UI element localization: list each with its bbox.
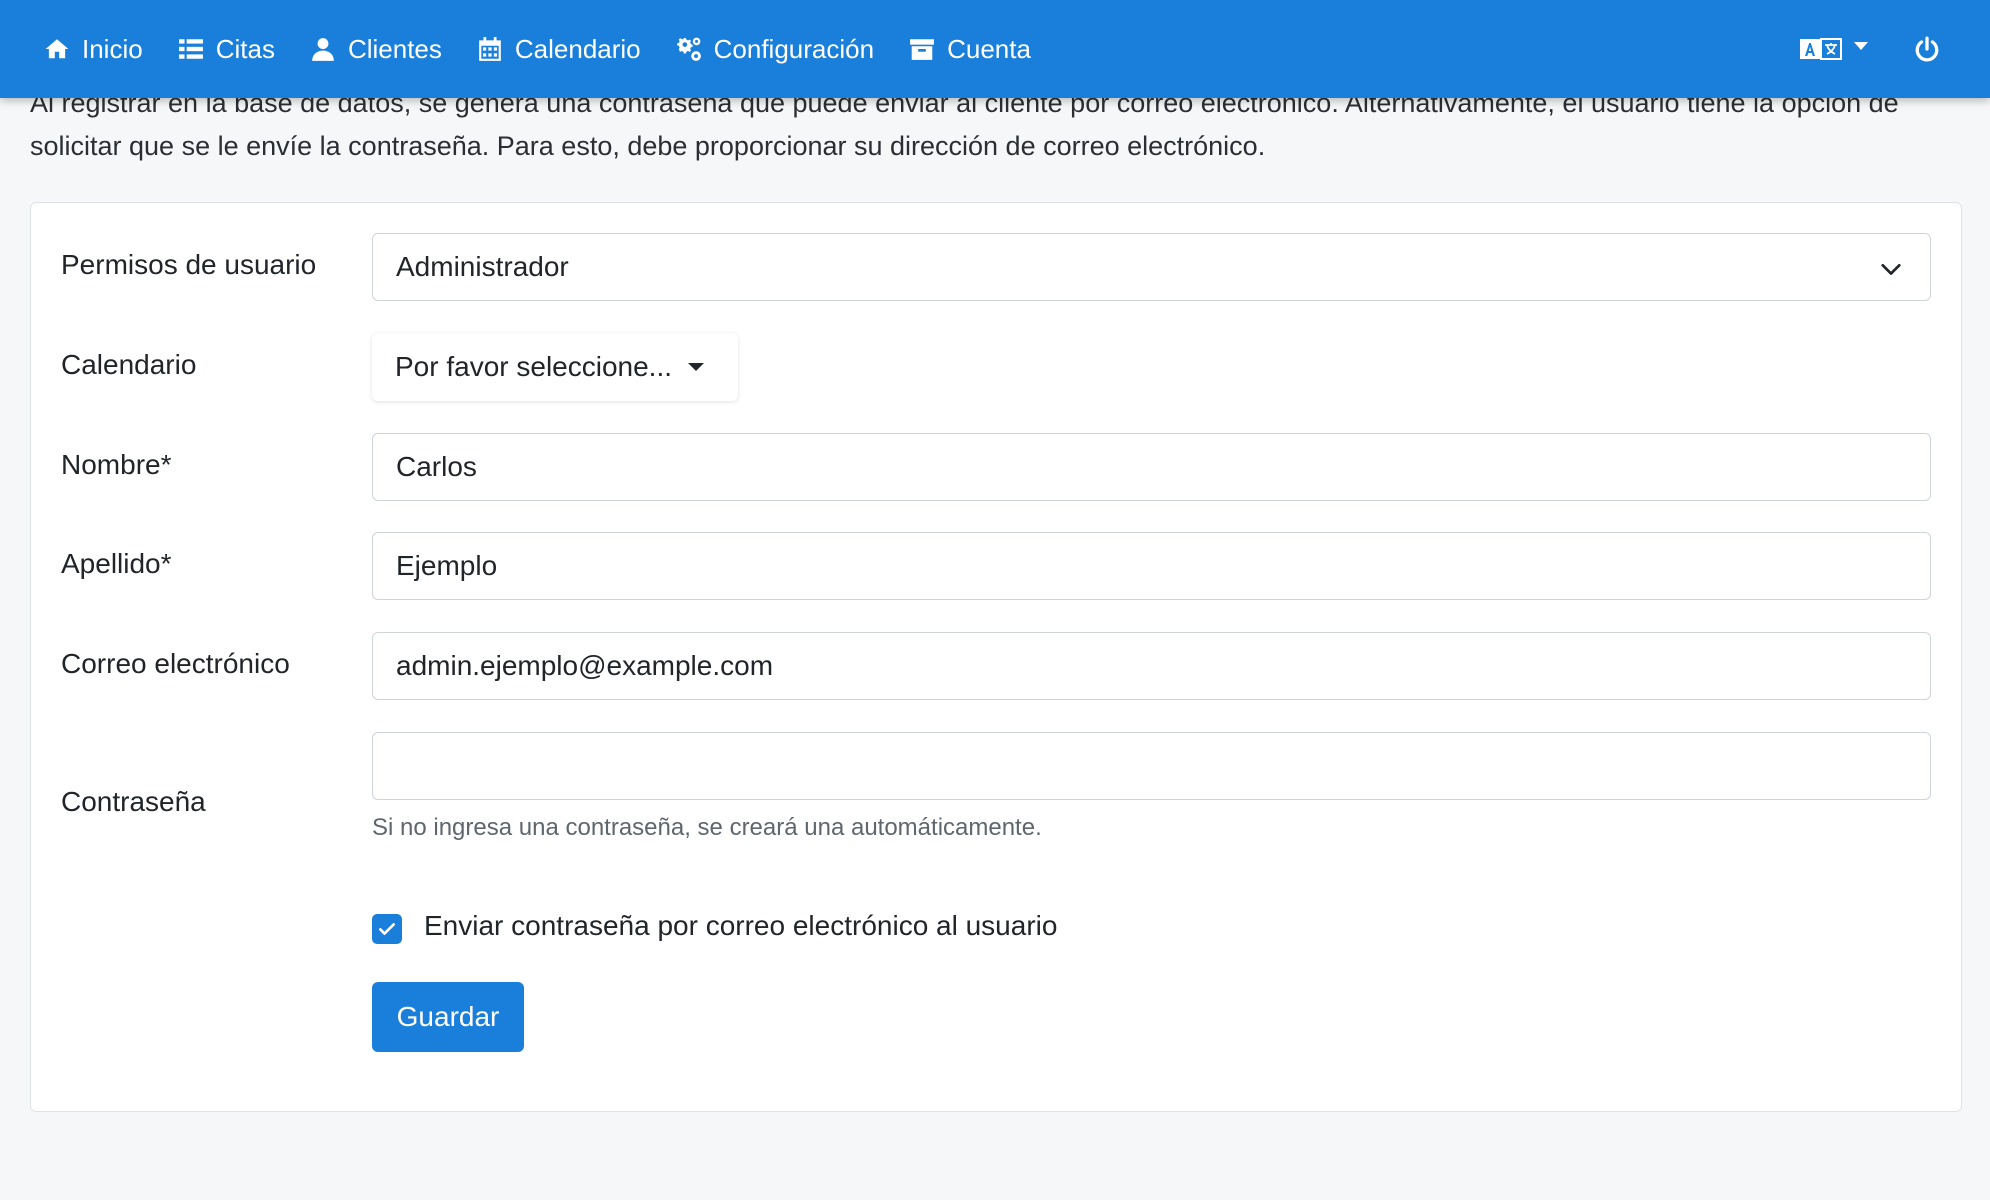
last-name-value: Ejemplo [396, 550, 498, 581]
nav-item-clientes[interactable]: Clientes [310, 0, 442, 98]
user-icon [312, 38, 334, 61]
nav-item-configuracion[interactable]: Configuración [676, 0, 874, 98]
language-icon [1800, 38, 1842, 60]
password-label: Contraseña [61, 786, 206, 817]
permissions-value: Administrador [396, 251, 569, 282]
archive-icon [910, 39, 934, 60]
nav-item-label: Inicio [82, 33, 143, 64]
nav-item-calendario[interactable]: Calendario [477, 0, 641, 98]
permissions-label: Permisos de usuario [61, 249, 317, 280]
nav-item-label: Configuración [713, 33, 875, 64]
nav-right-controls [1800, 0, 1990, 98]
email-value: admin.ejemplo@example.com [396, 650, 774, 681]
language-dropdown[interactable] [1800, 37, 1868, 61]
nav-item-label: Cuenta [947, 33, 1031, 64]
top-navbar: Inicio Citas Clientes Calendario Configu… [0, 0, 1990, 98]
power-icon [1915, 36, 1939, 62]
permissions-select[interactable]: Administrador [372, 233, 1931, 301]
last-name-label: Apellido* [61, 548, 172, 579]
nav-item-label: Citas [215, 33, 275, 64]
chevron-down-icon [1881, 263, 1901, 275]
nav-item-inicio[interactable]: Inicio [44, 0, 143, 98]
nav-item-label: Clientes [347, 33, 442, 64]
calendar-icon [479, 37, 501, 61]
calendar-dropdown-value: Por favor seleccione... [395, 351, 673, 382]
email-input[interactable]: admin.ejemplo@example.com [372, 632, 1931, 700]
list-icon [178, 39, 203, 59]
nav-item-citas[interactable]: Citas [178, 0, 275, 98]
calendar-label: Calendario [61, 349, 197, 380]
cogs-icon [676, 37, 701, 61]
caret-down-icon [688, 363, 705, 371]
first-name-label: Nombre* [61, 449, 172, 480]
nav-item-label: Calendario [514, 33, 641, 64]
email-label: Correo electrónico [61, 648, 290, 679]
logout-button[interactable] [1914, 36, 1940, 62]
last-name-input[interactable]: Ejemplo [372, 532, 1931, 600]
first-name-input[interactable]: Carlos [372, 433, 1931, 501]
password-input[interactable] [372, 732, 1931, 800]
check-icon [379, 923, 395, 935]
nav-item-cuenta[interactable]: Cuenta [909, 0, 1031, 98]
send-password-checkbox[interactable] [372, 914, 402, 944]
user-form-card: Permisos de usuario Administrador Calend… [30, 202, 1962, 1112]
save-button[interactable]: Guardar [372, 982, 524, 1052]
home-icon [45, 39, 69, 59]
calendar-dropdown[interactable]: Por favor seleccione... [372, 333, 738, 401]
nav-menu: Inicio Citas Clientes Calendario Configu… [0, 0, 1066, 98]
password-help-text: Si no ingresa una contraseña, se creará … [372, 814, 1042, 841]
send-password-label: Enviar contraseña por correo electrónico… [424, 910, 1058, 941]
caret-down-icon [1854, 42, 1868, 50]
first-name-value: Carlos [396, 451, 477, 482]
